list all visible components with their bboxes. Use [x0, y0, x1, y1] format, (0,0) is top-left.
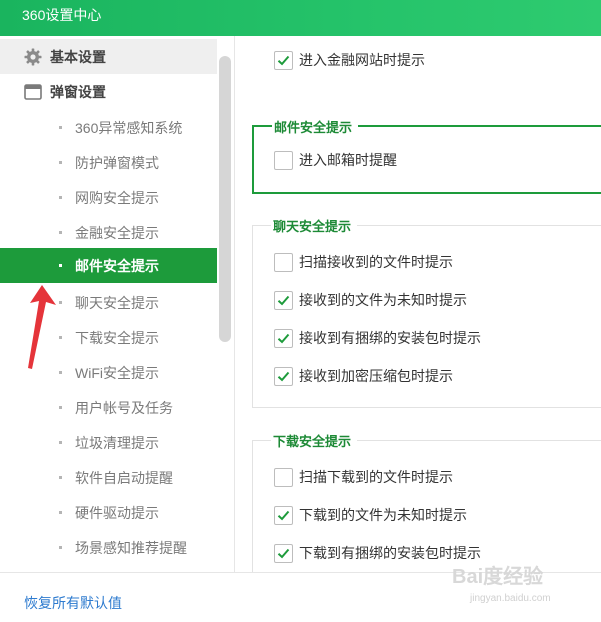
sidebar-item-mail-safety[interactable]: 邮件安全提示 [0, 248, 217, 283]
option-label: 进入金融网站时提示 [299, 52, 425, 68]
bullet [59, 441, 62, 444]
sidebar-item-account-tasks[interactable]: 用户帐号及任务 [0, 390, 217, 425]
checkbox-checked[interactable] [274, 290, 293, 310]
title-bar: 360设置中心 [0, 0, 601, 36]
sidebar-item-label: WiFi安全提示 [75, 364, 159, 381]
bullet [59, 264, 62, 267]
gear-icon [24, 48, 42, 66]
sidebar-item-label: 软件自启动提醒 [75, 469, 173, 486]
bullet [59, 161, 62, 164]
bullet [59, 476, 62, 479]
sidebar-item-anomaly-system[interactable]: 360异常感知系统 [0, 110, 217, 145]
checkbox-unchecked[interactable] [274, 252, 293, 272]
option-label: 下载到的文件为未知时提示 [299, 507, 467, 523]
option-label: 接收到的文件为未知时提示 [299, 292, 467, 308]
window-icon [24, 83, 42, 101]
checkbox-checked[interactable] [274, 505, 293, 525]
option-label: 扫描下载到的文件时提示 [299, 469, 453, 485]
check-icon [277, 510, 290, 520]
sidebar-item-label: 邮件安全提示 [75, 257, 159, 274]
option-finance-site[interactable]: 进入金融网站时提示 [274, 48, 425, 72]
option-scan-received[interactable]: 扫描接收到的文件时提示 [274, 250, 453, 274]
bullet [59, 196, 62, 199]
checkbox-checked[interactable] [274, 366, 293, 386]
sidebar-item-label: 垃圾清理提示 [75, 434, 159, 451]
watermark-url: jingyan.baidu.com [470, 593, 551, 604]
option-received-bundled[interactable]: 接收到有捆绑的安装包时提示 [274, 326, 481, 350]
restore-defaults-link[interactable]: 恢复所有默认值 [24, 593, 122, 613]
sidebar-item-popup-mode[interactable]: 防护弹窗模式 [0, 145, 217, 180]
sidebar-item-basic-settings[interactable]: 基本设置 [0, 39, 217, 74]
sidebar-item-junk-cleanup[interactable]: 垃圾清理提示 [0, 425, 217, 460]
group-title: 下载安全提示 [271, 431, 358, 450]
option-enter-mailbox[interactable]: 进入邮箱时提醒 [274, 148, 397, 172]
sidebar-item-label: 金融安全提示 [75, 224, 159, 241]
sidebar-item-label: 下载安全提示 [75, 329, 159, 346]
sidebar-item-driver-tips[interactable]: 硬件驱动提示 [0, 495, 217, 530]
sidebar-item-scene-recommend[interactable]: 场景感知推荐提醒 [0, 530, 217, 565]
check-icon [277, 295, 290, 305]
group-chat-safety: 聊天安全提示 扫描接收到的文件时提示 接收到的文件为未知时提示 接收到有捆绑的安… [252, 216, 601, 408]
group-title: 邮件安全提示 [272, 117, 359, 136]
settings-panel: 进入金融网站时提示 邮件安全提示 进入邮箱时提醒 聊天安全提示 扫描接收到的文件… [236, 36, 601, 572]
sidebar-item-label: 弹窗设置 [50, 83, 106, 100]
checkbox-checked[interactable] [274, 50, 293, 70]
group-download-safety: 下载安全提示 扫描下载到的文件时提示 下载到的文件为未知时提示 下载到有捆绑的安… [252, 431, 601, 572]
check-icon [277, 548, 290, 558]
option-received-encrypted[interactable]: 接收到加密压缩包时提示 [274, 364, 453, 388]
sidebar-item-popup-settings[interactable]: 弹窗设置 [0, 74, 217, 109]
checkbox-unchecked[interactable] [274, 467, 293, 487]
bullet [59, 126, 62, 129]
sidebar-item-autostart-reminder[interactable]: 软件自启动提醒 [0, 460, 217, 495]
watermark-logo: Bai度经验 [452, 566, 544, 588]
sidebar-item-finance-safety[interactable]: 金融安全提示 [0, 215, 217, 250]
check-icon [277, 371, 290, 381]
option-received-unknown[interactable]: 接收到的文件为未知时提示 [274, 288, 467, 312]
option-label: 接收到有捆绑的安装包时提示 [299, 330, 481, 346]
bullet [59, 511, 62, 514]
check-icon [277, 55, 290, 65]
option-downloaded-unknown[interactable]: 下载到的文件为未知时提示 [274, 503, 467, 527]
checkbox-checked[interactable] [274, 543, 293, 563]
sidebar-item-label: 网购安全提示 [75, 189, 159, 206]
window-title: 360设置中心 [22, 7, 102, 23]
option-scan-downloaded[interactable]: 扫描下载到的文件时提示 [274, 465, 453, 489]
option-downloaded-bundled[interactable]: 下载到有捆绑的安装包时提示 [274, 541, 481, 565]
sidebar-item-label: 场景感知推荐提醒 [75, 539, 187, 556]
bullet [59, 546, 62, 549]
sidebar-item-label: 硬件驱动提示 [75, 504, 159, 521]
red-arrow-annotation [28, 285, 56, 369]
checkbox-checked[interactable] [274, 328, 293, 348]
sidebar-item-label: 聊天安全提示 [75, 294, 159, 311]
group-title: 聊天安全提示 [271, 216, 358, 235]
option-label: 接收到加密压缩包时提示 [299, 368, 453, 384]
sidebar-item-label: 基本设置 [50, 48, 106, 65]
sidebar-item-shopping-safety[interactable]: 网购安全提示 [0, 180, 217, 215]
sidebar-item-label: 用户帐号及任务 [75, 399, 173, 416]
sidebar-scrollbar[interactable] [219, 56, 231, 342]
checkbox-unchecked[interactable] [274, 150, 293, 170]
group-mail-safety: 邮件安全提示 进入邮箱时提醒 [252, 117, 601, 194]
option-label: 进入邮箱时提醒 [299, 152, 397, 168]
check-icon [277, 333, 290, 343]
bullet [59, 231, 62, 234]
bullet [59, 406, 62, 409]
sidebar-item-label: 360异常感知系统 [75, 119, 183, 136]
sidebar-item-label: 防护弹窗模式 [75, 154, 159, 171]
option-label: 扫描接收到的文件时提示 [299, 254, 453, 270]
